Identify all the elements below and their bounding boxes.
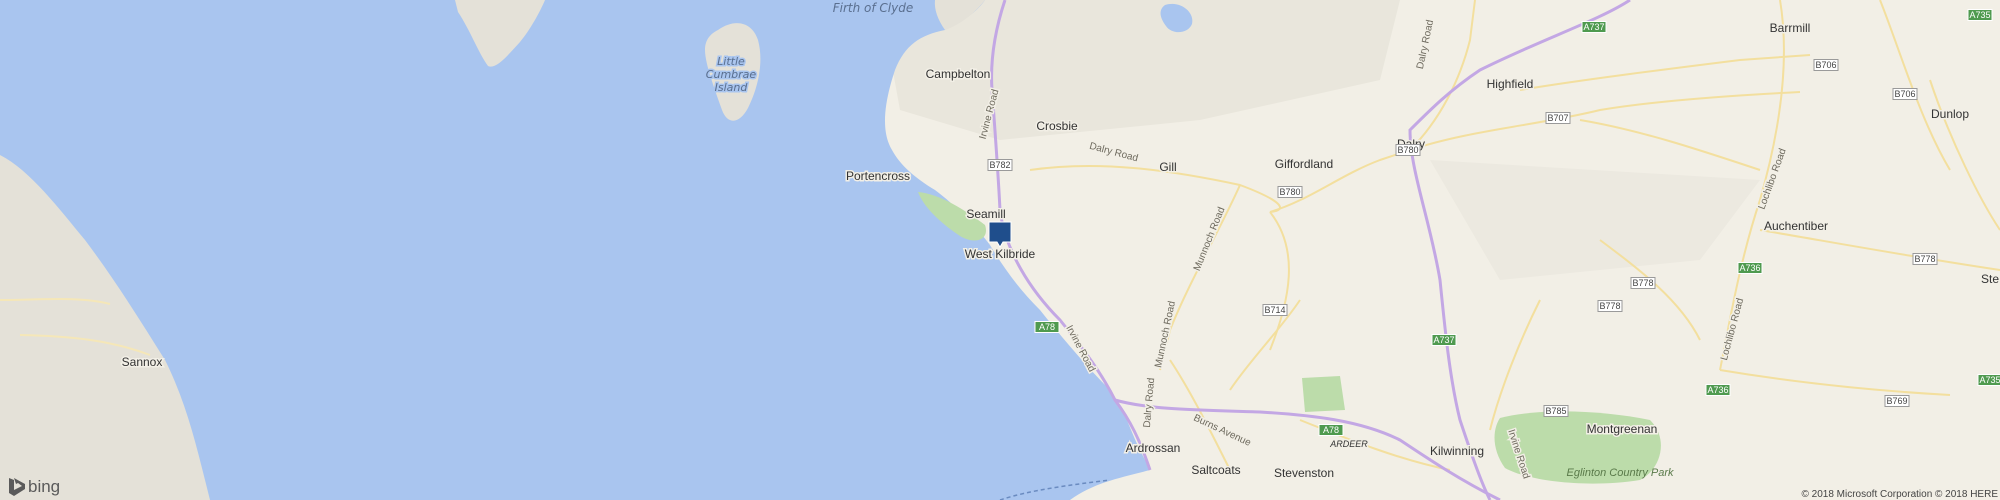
place-label: Dunlop [1931, 107, 1969, 121]
road-shield: B714 [1262, 304, 1288, 316]
road-shield: A736 [1705, 384, 1731, 396]
road-shield-label: B707 [1547, 113, 1568, 123]
place-label: Highfield [1487, 77, 1534, 91]
road-shield-label: B769 [1886, 396, 1907, 406]
road-shield-label: B780 [1279, 187, 1300, 197]
road-shield-label: B778 [1599, 301, 1620, 311]
place-label: Ardrossan [1126, 441, 1181, 455]
copyright: © 2018 Microsoft Corporation © 2018 HERE [1802, 489, 1999, 500]
road-shield-label: B780 [1397, 145, 1418, 155]
road-shield: A737 [1581, 21, 1607, 33]
place-label: Gill [1159, 160, 1176, 174]
road-shield-label: B785 [1545, 406, 1566, 416]
water-label: Little [717, 55, 745, 68]
place-label: Seamill [966, 207, 1005, 221]
road-shield-label: B778 [1632, 278, 1653, 288]
road-shield: A78 [1034, 321, 1060, 333]
place-label: ARDEER [1329, 439, 1368, 449]
park-green [1302, 376, 1345, 412]
road-shield: B707 [1545, 112, 1571, 124]
road-shield-label: A78 [1039, 322, 1055, 332]
road-shield: B778 [1912, 253, 1938, 265]
place-label: Stevenston [1274, 466, 1334, 480]
road-shield: A78 [1318, 424, 1344, 436]
place-label: Campbelton [926, 67, 991, 81]
place-label: Crosbie [1036, 119, 1078, 133]
road-shield-label: A737 [1583, 22, 1604, 32]
road-shield: B780 [1277, 186, 1303, 198]
place-label: Auchentiber [1764, 219, 1828, 233]
place-label: Kilwinning [1430, 444, 1484, 458]
road-shield: A735 [1977, 374, 2000, 386]
road-shield-label: A736 [1707, 385, 1728, 395]
road-shield: B785 [1543, 405, 1569, 417]
road-shield: B769 [1884, 395, 1910, 407]
place-label: Montgreenan [1587, 422, 1658, 436]
road-shield-label: A737 [1433, 335, 1454, 345]
park-label: Eglinton Country Park [1567, 467, 1674, 479]
water-label: Island [715, 81, 749, 94]
road-shield-label: B706 [1894, 89, 1915, 99]
place-label: Saltcoats [1191, 463, 1240, 477]
water-label: Cumbrae [706, 68, 757, 81]
road-shield-label: A78 [1323, 425, 1339, 435]
road-shield: B780 [1395, 144, 1421, 156]
place-label: Sannox [122, 355, 163, 369]
road-shield: B706 [1813, 59, 1839, 71]
place-label: West Kilbride [965, 247, 1036, 261]
road-shield: B706 [1892, 88, 1918, 100]
place-label: Giffordland [1275, 157, 1333, 171]
road-shield: A737 [1431, 334, 1457, 346]
road-shield-label: A736 [1739, 263, 1760, 273]
road-shield: A736 [1737, 262, 1763, 274]
road-shield-label: B782 [989, 160, 1010, 170]
water-label: Firth of Clyde [833, 1, 914, 15]
road-shield: B778 [1630, 277, 1656, 289]
road-shield-label: B778 [1914, 254, 1935, 264]
place-label: Portencross [846, 169, 910, 183]
road-shield: A735 [1967, 9, 1993, 21]
road-shield-label: A735 [1969, 10, 1990, 20]
bing-wordmark: bing [28, 477, 60, 496]
map-canvas[interactable]: Campbelton Crosbie Portencross Seamill West … [0, 0, 2000, 500]
place-label: Barrmill [1770, 21, 1811, 35]
road-shield: B778 [1597, 300, 1623, 312]
road-shield-label: A735 [1979, 375, 2000, 385]
road-shield-label: B714 [1264, 305, 1285, 315]
road-shield-label: B706 [1815, 60, 1836, 70]
place-label: Ste [1981, 272, 1999, 286]
road-shield: B782 [987, 159, 1013, 171]
